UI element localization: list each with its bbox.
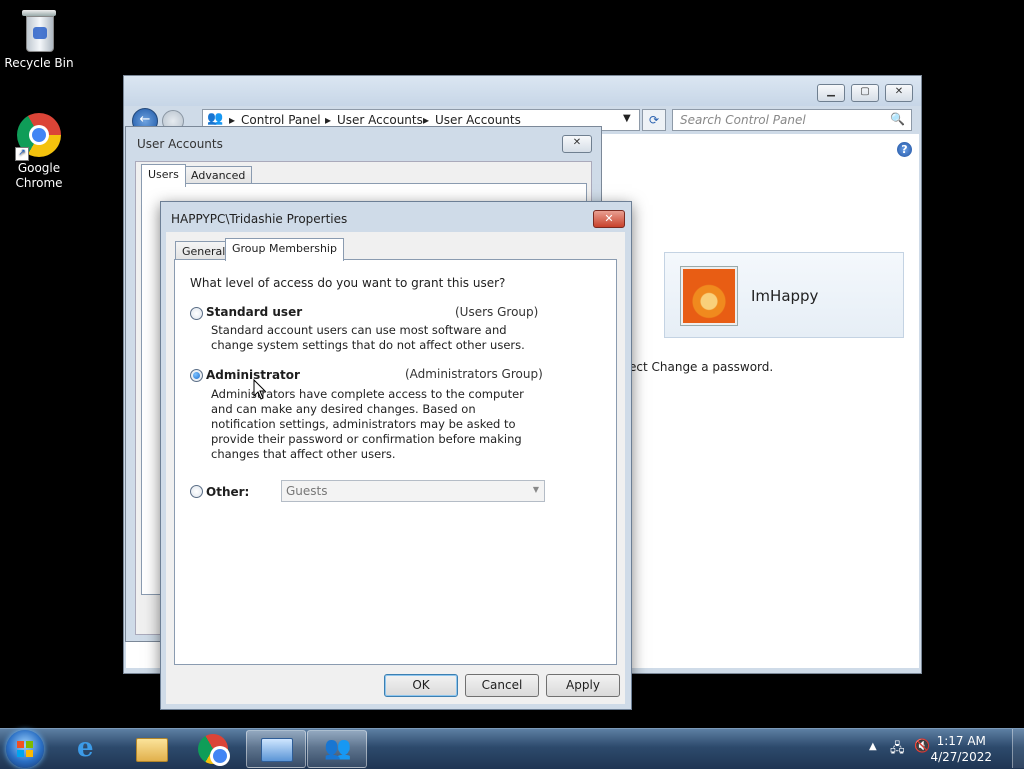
breadcrumb-item[interactable]: User Accounts	[337, 113, 423, 127]
taskbar-user-accounts[interactable]: 👥	[307, 730, 367, 768]
start-button[interactable]	[6, 730, 44, 768]
show-hidden-icons-icon[interactable]: ▲	[869, 741, 877, 752]
other-radio[interactable]	[190, 485, 203, 498]
system-clock[interactable]: 1:17 AM 4/27/2022	[930, 733, 992, 765]
desktop-icon-chrome[interactable]: ↗ Google Chrome	[1, 113, 77, 191]
maximize-button[interactable]: ▢	[851, 84, 879, 102]
desktop-icon-label: Google Chrome	[15, 161, 63, 190]
control-panel-icon: 👥	[207, 111, 224, 126]
search-box[interactable]: Search Control Panel 🔍	[672, 109, 912, 131]
clock-time: 1:17 AM	[936, 734, 986, 748]
volume-muted-icon[interactable]: 🔇	[914, 739, 930, 754]
other-group-select[interactable]: Guests ▼	[281, 480, 545, 502]
administrator-radio[interactable]	[190, 369, 203, 382]
tab-group-membership[interactable]: Group Membership	[225, 238, 344, 261]
chrome-icon	[198, 734, 230, 766]
tab-users[interactable]: Users	[141, 164, 186, 187]
taskbar-chrome[interactable]	[183, 730, 241, 766]
control-panel-icon	[261, 738, 293, 762]
mouse-cursor-icon	[253, 379, 267, 400]
user-card: ImHappy	[664, 252, 904, 338]
breadcrumb-arrow-icon: ▸	[229, 113, 236, 127]
shortcut-arrow-icon: ↗	[15, 147, 29, 161]
other-label[interactable]: Other:	[206, 485, 249, 499]
chevron-down-icon: ▼	[532, 485, 539, 494]
taskbar-internet-explorer[interactable]: e	[61, 730, 119, 766]
hint-text: ect Change a password.	[629, 360, 774, 374]
folder-icon	[136, 738, 168, 762]
cancel-button[interactable]: Cancel	[465, 674, 539, 697]
breadcrumb-arrow-icon: ▸	[423, 113, 430, 127]
access-question: What level of access do you want to gran…	[190, 276, 506, 290]
properties-body: General Group Membership What level of a…	[166, 232, 625, 704]
tab-advanced[interactable]: Advanced	[184, 166, 253, 184]
administrators-group-label: (Administrators Group)	[405, 367, 543, 381]
apply-button[interactable]: Apply	[546, 674, 620, 697]
internet-explorer-icon: e	[77, 733, 94, 763]
chevron-down-icon[interactable]: ▼	[623, 113, 631, 124]
breadcrumb-item[interactable]: Control Panel	[241, 113, 321, 127]
users-icon: 👥	[324, 736, 352, 761]
standard-user-label[interactable]: Standard user	[206, 305, 302, 319]
dialog-title: HAPPYPC\Tridashie Properties	[171, 212, 348, 226]
search-placeholder: Search Control Panel	[680, 113, 806, 127]
standard-user-description: Standard account users can use most soft…	[211, 323, 525, 352]
dialog-title: User Accounts	[137, 137, 223, 151]
breadcrumb-item[interactable]: User Accounts	[435, 113, 521, 127]
refresh-button[interactable]: ⟳	[642, 109, 666, 131]
users-group-label: (Users Group)	[455, 305, 539, 319]
desktop-icon-label: Recycle Bin	[4, 56, 74, 70]
avatar	[681, 267, 737, 325]
close-button[interactable]: ✕	[885, 84, 913, 102]
taskbar-control-panel[interactable]	[246, 730, 306, 768]
taskbar-file-explorer[interactable]	[122, 730, 180, 766]
standard-user-radio[interactable]	[190, 307, 203, 320]
desktop-icon-recycle-bin[interactable]: Recycle Bin	[1, 8, 77, 71]
taskbar: e 👥 ▲ 🖧 🔇 1:17 AM 4/27/2022	[0, 728, 1024, 769]
minimize-button[interactable]: ▁	[817, 84, 845, 102]
breadcrumb-arrow-icon: ▸	[325, 113, 332, 127]
help-icon[interactable]: ?	[897, 142, 912, 157]
clock-date: 4/27/2022	[930, 750, 992, 764]
tab-general[interactable]: General	[175, 241, 233, 261]
recycle-bin-icon	[22, 8, 56, 52]
close-button[interactable]: ✕	[593, 210, 625, 228]
show-desktop-button[interactable]	[1012, 729, 1024, 768]
network-icon[interactable]: 🖧	[890, 739, 905, 761]
select-value: Guests	[286, 484, 328, 498]
user-name: ImHappy	[751, 287, 819, 305]
control-panel-titlebar: ▁ ▢ ✕	[124, 76, 921, 106]
user-properties-dialog: HAPPYPC\Tridashie Properties ✕ General G…	[160, 201, 632, 710]
ok-button[interactable]: OK	[384, 674, 458, 697]
search-icon[interactable]: 🔍	[890, 112, 905, 126]
close-button[interactable]: ✕	[562, 135, 592, 153]
group-membership-panel: What level of access do you want to gran…	[174, 259, 617, 665]
chrome-icon: ↗	[15, 113, 61, 161]
